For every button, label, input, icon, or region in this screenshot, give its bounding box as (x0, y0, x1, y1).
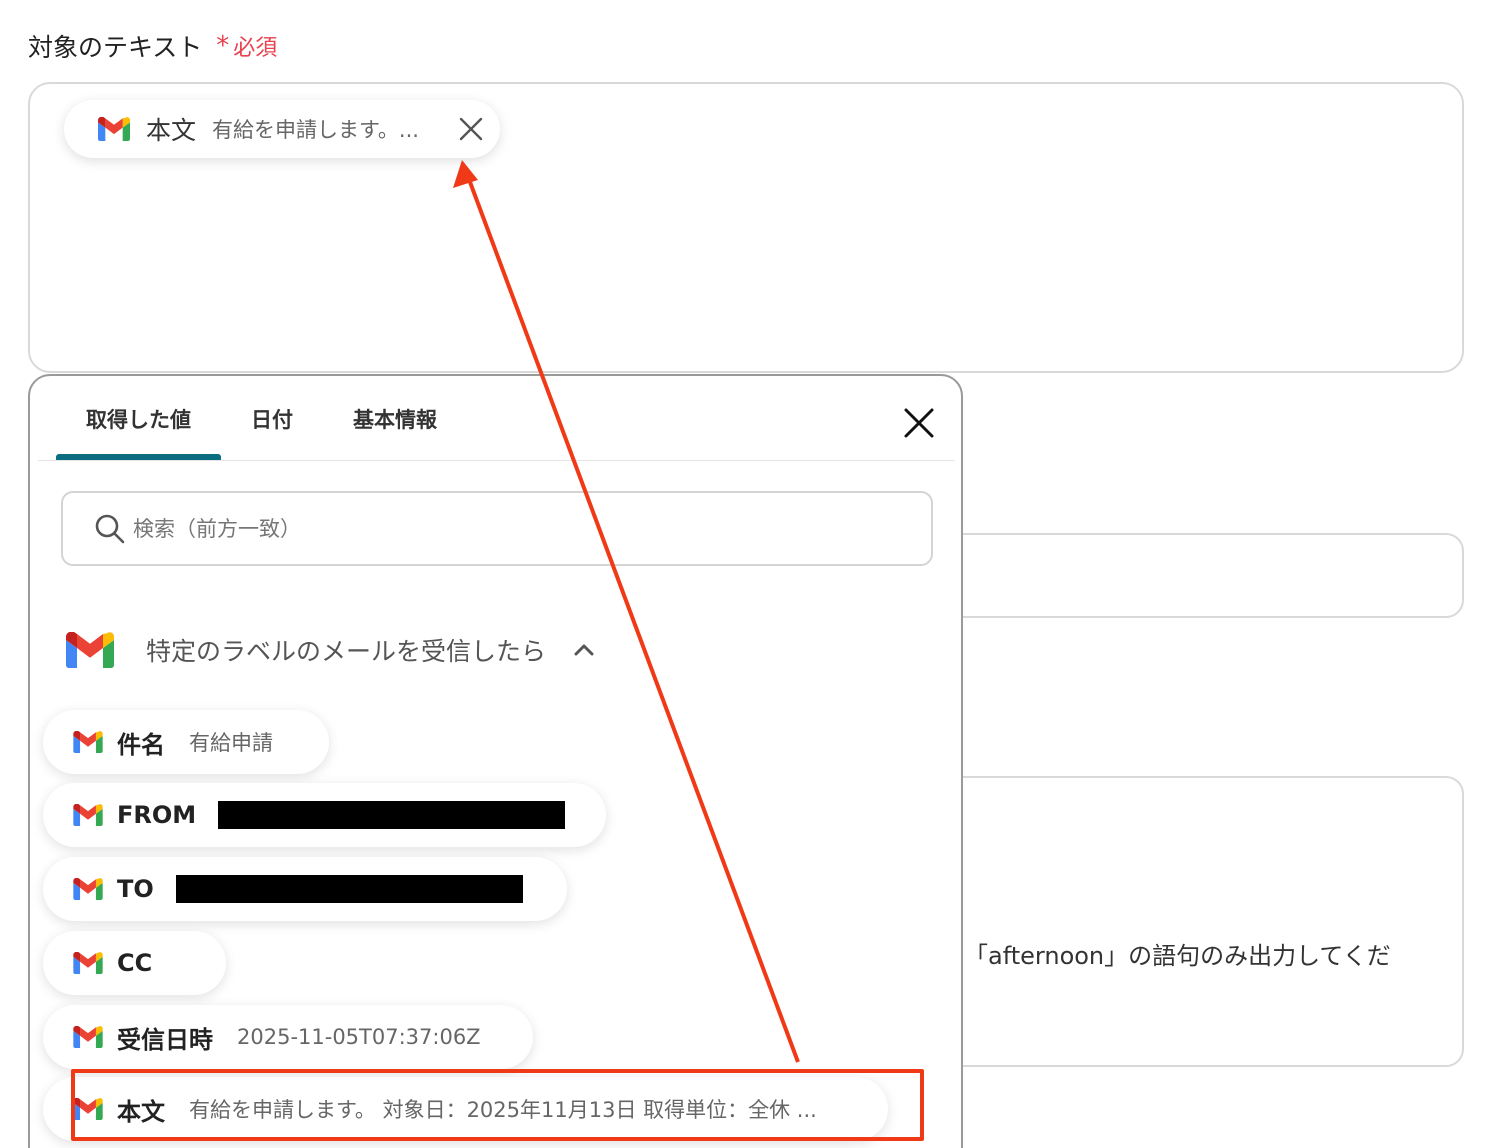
background-input-field[interactable] (900, 533, 1464, 618)
search-icon (95, 514, 125, 543)
field-label: 対象のテキスト * 必須 (28, 28, 277, 64)
tab-date[interactable]: 日付 (221, 404, 323, 460)
group-title: 特定のラベルのメールを受信したら (146, 637, 547, 666)
item-value: 有給申請 (189, 731, 273, 755)
search-box[interactable] (61, 491, 933, 566)
field-label-text: 対象のテキスト (28, 33, 203, 62)
popup-tabs: 取得した値 日付 基本情報 (56, 404, 467, 460)
search-input[interactable] (133, 516, 893, 541)
close-icon[interactable] (902, 406, 936, 440)
tab-basic-info[interactable]: 基本情報 (323, 404, 467, 460)
page: 対象のテキスト * 必須 本文 有給を申請します。... 「afternoon」… (0, 0, 1512, 1148)
gmail-icon (73, 878, 103, 900)
redacted-value (218, 801, 566, 829)
required-indicator: * 必須 (216, 30, 277, 62)
item-value: 2025-11-05T07:37:06Z (237, 1025, 481, 1049)
variable-item-to[interactable]: TO (43, 857, 567, 921)
tab-label: 日付 (251, 408, 293, 432)
gmail-icon (73, 731, 103, 753)
variable-item-received-at[interactable]: 受信日時 2025-11-05T07:37:06Z (43, 1005, 533, 1069)
tab-label: 基本情報 (353, 408, 437, 432)
required-text: 必須 (233, 36, 278, 61)
tab-divider (38, 460, 955, 461)
chevron-up-icon[interactable] (572, 642, 596, 658)
gmail-icon (66, 632, 114, 668)
item-key: TO (117, 875, 154, 903)
item-key: 受信日時 (117, 1025, 213, 1054)
variable-item-from[interactable]: FROM (43, 783, 606, 847)
gmail-icon (73, 1026, 103, 1048)
instruction-snippet: 「afternoon」の語句のみ出力してくだ (964, 942, 1391, 970)
annotation-highlight-box (71, 1069, 924, 1141)
redacted-value (175, 875, 523, 903)
item-key: FROM (117, 801, 197, 829)
chip-key: 本文 (146, 116, 197, 145)
variable-item-cc[interactable]: CC (43, 931, 226, 995)
tab-acquired-values[interactable]: 取得した値 (56, 404, 221, 460)
chip-value: 有給を申請します。... (212, 118, 419, 142)
required-asterisk: * (216, 31, 230, 61)
item-key: 件名 (117, 730, 165, 759)
item-key: CC (117, 949, 153, 977)
trigger-group-header[interactable]: 特定のラベルのメールを受信したら (66, 632, 596, 668)
gmail-icon (73, 952, 103, 974)
background-instruction-field[interactable] (900, 776, 1464, 1067)
close-icon[interactable] (458, 116, 484, 142)
variable-item-subject[interactable]: 件名 有給申請 (43, 710, 329, 774)
selected-variable-chip[interactable]: 本文 有給を申請します。... (64, 100, 500, 158)
tab-label: 取得した値 (86, 408, 191, 432)
gmail-icon (98, 117, 130, 141)
gmail-icon (73, 804, 103, 826)
